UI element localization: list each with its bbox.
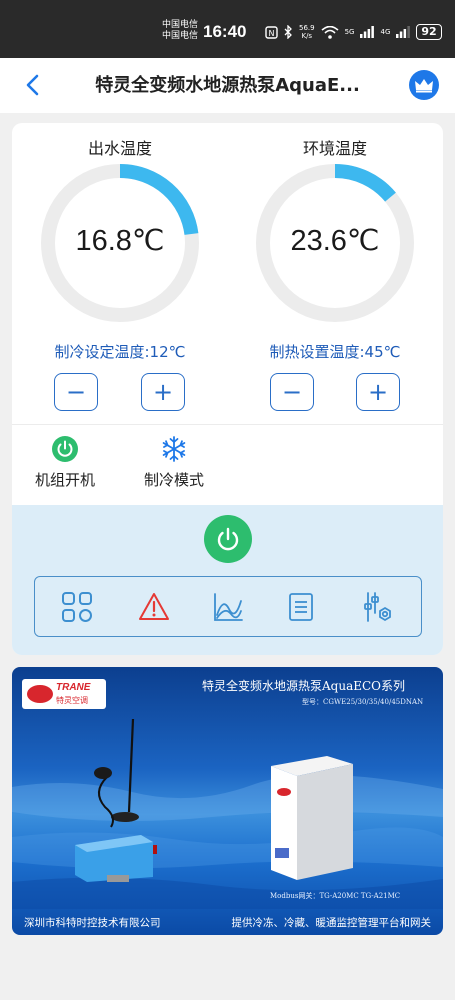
cooling-setpoint-label: 制冷设定温度:12℃ (54, 343, 186, 361)
signal-bars-icon-2 (396, 26, 411, 38)
trane-logo: TRANE 特灵空调 (22, 679, 106, 709)
alarm-button[interactable] (138, 591, 170, 623)
vip-button[interactable] (409, 70, 439, 100)
wifi-icon (321, 25, 339, 39)
list-document-icon (289, 593, 313, 621)
gauge-label: 出水温度 (87, 139, 152, 158)
mode-status: 制冷模式 (129, 435, 219, 490)
trend-chart-button[interactable] (212, 591, 244, 623)
decrease-heating-setpoint-button[interactable]: − (270, 373, 314, 411)
records-button[interactable] (285, 591, 317, 623)
main-control-card: 出水温度 16.8℃ 制冷设定温度:12℃ − + 环境温度 23.6℃ 制热设… (12, 123, 443, 655)
carrier-1: 中国电信 (162, 20, 199, 30)
power-status-icon (52, 436, 78, 462)
net-speed-unit: K/s (301, 32, 313, 40)
heating-setpoint-label: 制热设置温度:45℃ (269, 343, 401, 361)
signal-type-1: 5G (344, 28, 355, 36)
clock: 16:40 (203, 22, 247, 41)
net-speed: 56.9 K/s (299, 24, 315, 40)
battery-indicator: 92 (416, 24, 442, 40)
logo-sub: 特灵空调 (56, 696, 88, 705)
signal-type-2: 4G (380, 28, 391, 36)
chevron-left-icon (26, 74, 39, 96)
back-button[interactable] (18, 70, 48, 100)
crown-icon (415, 79, 433, 93)
nfc-icon: N (265, 25, 278, 39)
divider (12, 424, 443, 425)
gauge-value: 16.8℃ (75, 225, 165, 257)
gateway-device-image (75, 718, 157, 882)
unit-power-status: 机组开机 (20, 435, 110, 490)
settings-sliders-icon (364, 592, 391, 622)
gauge-value: 23.6℃ (290, 225, 380, 257)
company-slogan: 提供冷冻、冷藏、暖通监控管理平台和网关 (231, 916, 432, 929)
power-toggle-button[interactable] (204, 515, 252, 563)
svg-text:N: N (269, 29, 275, 38)
settings-button[interactable] (362, 591, 394, 623)
increase-cooling-setpoint-button[interactable]: + (141, 373, 185, 411)
banner-title: 特灵全变频水地源热泵AquaECO系列 (202, 679, 406, 693)
control-panel (12, 505, 443, 655)
alarm-warning-icon (139, 593, 169, 620)
company-name: 深圳市科特时控技术有限公司 (24, 916, 161, 929)
signal-bars-icon (360, 26, 375, 38)
carrier-labels: 中国电信 中国电信 (162, 20, 198, 42)
banner-models: 型号：CGWE25/30/35/40/45DNAN (302, 698, 424, 706)
increase-heating-setpoint-button[interactable]: + (356, 373, 400, 411)
nav-bar: 特灵全变频水地源热泵AquaE... (0, 58, 455, 113)
bluetooth-icon (284, 25, 292, 39)
function-toolbar (34, 576, 422, 637)
unit-power-label: 机组开机 (34, 471, 95, 489)
banner-footer: 深圳市科特时控技术有限公司 提供冷冻、冷藏、暖通监控管理平台和网关 (12, 909, 443, 935)
page-title: 特灵全变频水地源热泵AquaE... (95, 75, 360, 96)
gauge-label: 环境温度 (302, 139, 367, 158)
dashboard-grid-icon (62, 592, 92, 622)
product-banner[interactable]: TRANE 特灵空调 特灵全变频水地源热泵AquaECO系列 型号：CGWE25… (12, 667, 443, 935)
logo-text: TRANE (56, 682, 91, 693)
carrier-2: 中国电信 (162, 31, 199, 41)
decrease-cooling-setpoint-button[interactable]: − (54, 373, 98, 411)
mode-label: 制冷模式 (143, 471, 204, 489)
curve-chart-icon (214, 593, 243, 621)
system-status-bar: 中国电信 中国电信 16:40 N 56.9 K/s 5G 4G 92 (0, 0, 455, 58)
net-speed-value: 56.9 (299, 24, 315, 32)
heat-pump-image (271, 756, 353, 880)
power-icon (217, 527, 239, 551)
dashboard-button[interactable] (61, 591, 93, 623)
snowflake-icon (162, 436, 186, 462)
status-icons: N 56.9 K/s 5G 4G 92 (265, 22, 442, 42)
gateway-models: Modbus网关：TG-A20MC TG-A21MC (270, 892, 401, 900)
